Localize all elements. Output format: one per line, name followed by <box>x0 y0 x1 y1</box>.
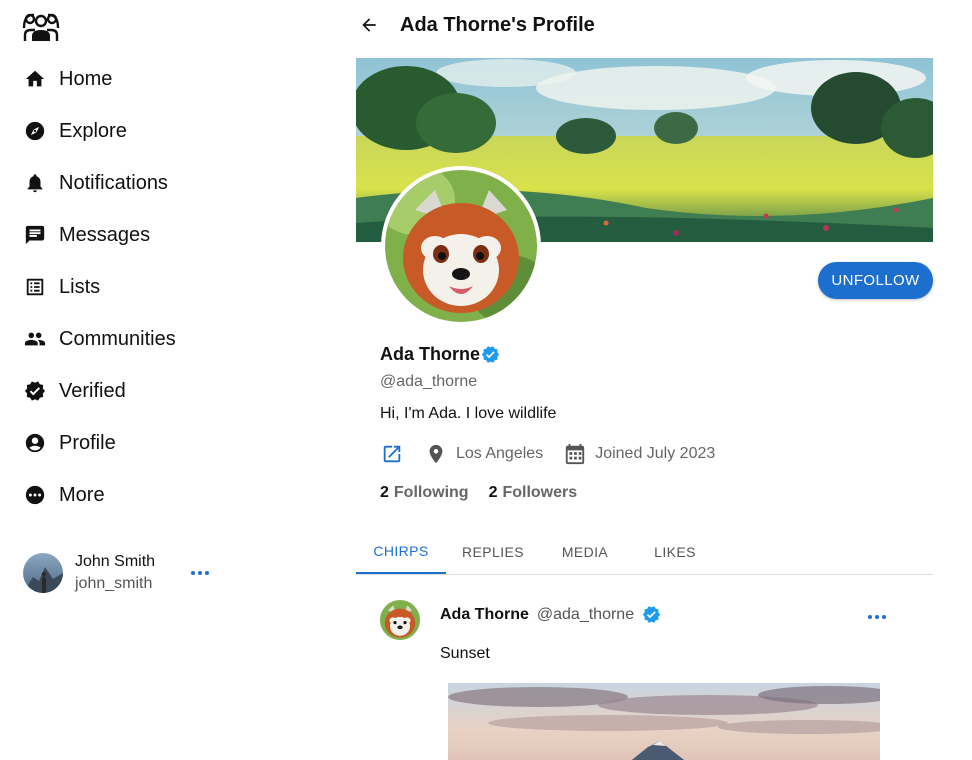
back-arrow-icon[interactable] <box>356 12 382 38</box>
verified-badge-icon <box>24 380 46 402</box>
account-more-icon[interactable] <box>191 566 209 580</box>
followers-link[interactable]: 2 Followers <box>489 484 578 502</box>
profile-main: Ada Thorne's Profile UNFOLLOW Ada Thorne… <box>356 0 933 760</box>
following-count: 2 <box>380 484 389 501</box>
follow-stats: 2 Following 2 Followers <box>380 484 577 502</box>
sidebar-item-label: Profile <box>59 431 116 454</box>
sidebar-item-profile[interactable]: Profile <box>24 423 116 463</box>
following-label: Following <box>393 484 469 501</box>
following-link[interactable]: 2 Following <box>380 484 469 502</box>
profile-bio: Hi, I'm Ada. I love wildlife <box>380 405 557 422</box>
chirp-text: Sunset <box>440 645 490 662</box>
people-icon <box>24 328 46 350</box>
profile-location: Los Angeles <box>456 445 544 462</box>
chirp-image[interactable] <box>448 683 880 760</box>
sidebar-item-communities[interactable]: Communities <box>24 319 176 359</box>
calendar-icon <box>563 442 587 466</box>
tab-chirps[interactable]: CHIRPS <box>356 530 446 574</box>
unfollow-button[interactable]: UNFOLLOW <box>818 262 933 299</box>
sidebar: Home Explore Notifications Messages List… <box>0 0 340 760</box>
people-group-icon[interactable] <box>22 11 60 43</box>
sidebar-item-label: Verified <box>59 379 126 402</box>
sidebar-item-more[interactable]: More <box>24 475 105 515</box>
home-icon <box>24 68 46 90</box>
profile-tabs: CHIRPS REPLIES MEDIA LIKES <box>356 530 933 575</box>
chirp-item[interactable]: Ada Thorne @ada_thorne Sunset <box>356 575 933 760</box>
more-circle-icon <box>24 484 46 506</box>
avatar[interactable] <box>380 600 420 640</box>
tab-media[interactable]: MEDIA <box>540 530 630 574</box>
page-title: Ada Thorne's Profile <box>400 13 595 36</box>
tab-replies[interactable]: REPLIES <box>448 530 538 574</box>
chirp-author-handle[interactable]: @ada_thorne <box>537 606 634 624</box>
followers-label: Followers <box>502 484 578 501</box>
sidebar-item-label: Communities <box>59 327 176 350</box>
verified-badge-icon <box>642 605 661 624</box>
profile-name-row: Ada Thorne <box>380 344 500 365</box>
external-link-icon[interactable] <box>380 442 404 466</box>
sidebar-item-label: Home <box>59 67 113 90</box>
sidebar-item-label: Lists <box>59 275 101 298</box>
sidebar-item-label: Explore <box>59 119 127 142</box>
sidebar-item-home[interactable]: Home <box>24 59 112 99</box>
chirp-more-icon[interactable] <box>868 615 886 619</box>
sidebar-item-explore[interactable]: Explore <box>24 111 127 151</box>
account-name: John Smith <box>75 553 156 570</box>
compass-icon <box>24 120 46 142</box>
chirp-author-name[interactable]: Ada Thorne <box>440 606 529 624</box>
profile-avatar[interactable] <box>381 166 541 326</box>
profile-handle: @ada_thorne <box>380 373 478 390</box>
profile-meta: Los Angeles Joined July 2023 <box>380 441 715 467</box>
profile-joined: Joined July 2023 <box>595 445 716 462</box>
avatar <box>23 553 63 593</box>
location-pin-icon <box>424 442 448 466</box>
verified-badge-icon <box>481 345 500 364</box>
list-icon <box>24 276 46 298</box>
profile-name: Ada Thorne <box>380 344 481 364</box>
followers-count: 2 <box>488 484 498 501</box>
bell-icon <box>24 172 46 194</box>
sidebar-item-verified[interactable]: Verified <box>24 371 126 411</box>
account-circle-icon <box>24 432 46 454</box>
sidebar-item-messages[interactable]: Messages <box>24 215 150 255</box>
sidebar-item-lists[interactable]: Lists <box>24 267 100 307</box>
account-switcher[interactable]: John Smith john_smith <box>23 550 223 596</box>
sidebar-item-label: Messages <box>59 223 151 246</box>
chirp-header: Ada Thorne @ada_thorne <box>440 605 661 624</box>
account-handle: john_smith <box>75 575 153 592</box>
sidebar-item-label: More <box>59 483 105 506</box>
profile-header: Ada Thorne's Profile <box>356 2 933 48</box>
sidebar-item-notifications[interactable]: Notifications <box>24 163 168 203</box>
message-icon <box>24 224 46 246</box>
sidebar-item-label: Notifications <box>59 171 168 194</box>
tab-likes[interactable]: LIKES <box>630 530 720 574</box>
